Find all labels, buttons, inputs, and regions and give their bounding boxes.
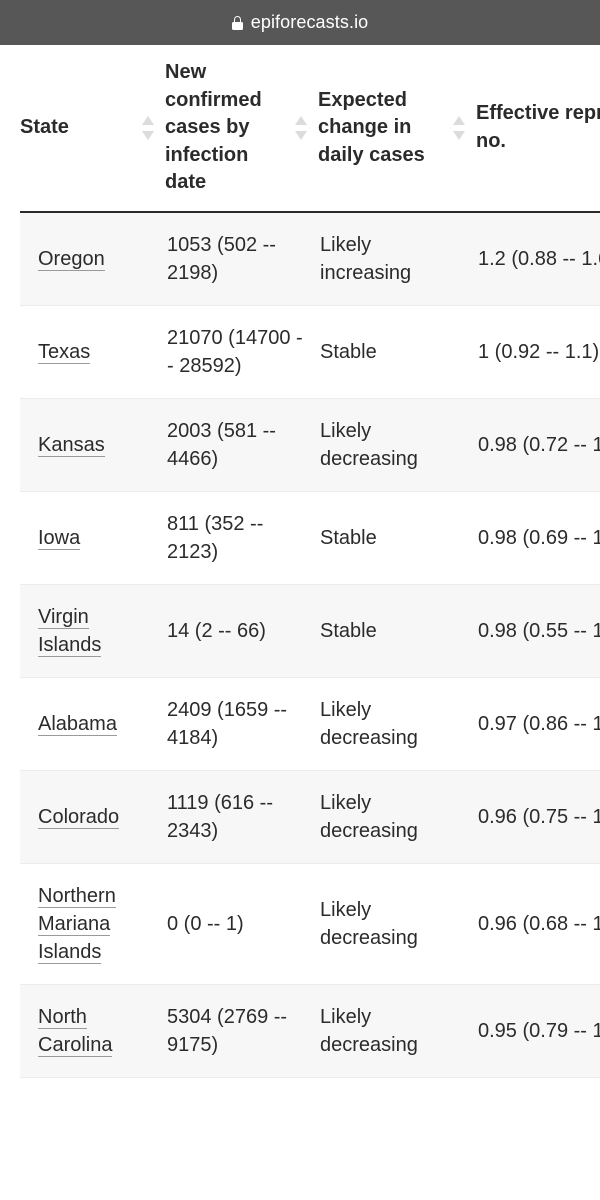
cell-state: Alabama — [20, 677, 165, 771]
state-link[interactable]: Iowa — [38, 526, 81, 550]
cell-expected-change: Likely increasing — [318, 211, 476, 306]
cell-state: Oregon — [20, 211, 165, 306]
cell-effective-r: 0.96 (0.75 -- 1.3) — [476, 770, 600, 864]
cell-state: North Carolina — [20, 984, 165, 1078]
cell-new-cases: 1053 (502 -- 2198) — [165, 211, 318, 306]
state-link[interactable]: Alabama — [38, 712, 117, 736]
table-row: Northern Mariana Islands 0 (0 -- 1) Like… — [20, 863, 600, 985]
state-link[interactable]: North Carolina — [38, 1005, 113, 1057]
cell-state: Iowa — [20, 491, 165, 585]
column-header-new-cases[interactable]: New confirmed cases by infection date — [165, 45, 318, 213]
table-row: Texas 21070 (14700 -- 28592) Stable 1 (0… — [20, 305, 600, 399]
cell-effective-r: 1.2 (0.88 -- 1.6) — [476, 211, 600, 306]
cell-effective-r: 0.98 (0.55 -- 1.4) — [476, 584, 600, 678]
table-row: North Carolina 5304 (2769 -- 9175) Likel… — [20, 984, 600, 1078]
cell-new-cases: 2003 (581 -- 4466) — [165, 398, 318, 492]
url-text: epiforecasts.io — [250, 12, 369, 32]
column-header-expected-change-label: Expected change in daily cases — [318, 88, 425, 166]
cell-expected-change: Likely decreasing — [318, 984, 476, 1078]
column-header-effective-r-label: Effective reproduction no. — [476, 102, 600, 152]
column-header-effective-r[interactable]: Effective reproduction no. — [476, 45, 600, 213]
cell-effective-r: 0.96 (0.68 -- 1.4) — [476, 863, 600, 985]
cell-effective-r: 0.98 (0.69 -- 1.5) — [476, 491, 600, 585]
browser-url-bar[interactable]: epiforecasts.io — [0, 0, 600, 45]
table-row: Oregon 1053 (502 -- 2198) Likely increas… — [20, 211, 600, 306]
cell-expected-change: Likely decreasing — [318, 770, 476, 864]
table-header: State New confirmed cases by infection d… — [20, 45, 600, 213]
cell-state: Kansas — [20, 398, 165, 492]
cell-new-cases: 14 (2 -- 66) — [165, 584, 318, 678]
cell-new-cases: 21070 (14700 -- 28592) — [165, 305, 318, 399]
cell-effective-r: 0.98 (0.72 -- 1.1) — [476, 398, 600, 492]
table-row: Colorado 1119 (616 -- 2343) Likely decre… — [20, 770, 600, 864]
state-link[interactable]: Virgin Islands — [38, 605, 102, 657]
covid-estimates-table: State New confirmed cases by infection d… — [20, 45, 600, 1078]
column-header-state[interactable]: State — [20, 45, 165, 213]
table-row: Alabama 2409 (1659 -- 4184) Likely decre… — [20, 677, 600, 771]
state-link[interactable]: Kansas — [38, 433, 105, 457]
column-header-new-cases-label: New confirmed cases by infection date — [165, 61, 262, 194]
sort-updown-icon[interactable] — [295, 115, 308, 141]
cell-expected-change: Stable — [318, 305, 476, 399]
cell-effective-r: 0.97 (0.86 -- 1.2) — [476, 677, 600, 771]
state-link[interactable]: Northern Mariana Islands — [38, 884, 116, 964]
cell-state: Texas — [20, 305, 165, 399]
lock-icon — [231, 15, 243, 30]
table-row: Kansas 2003 (581 -- 4466) Likely decreas… — [20, 398, 600, 492]
cell-effective-r: 0.95 (0.79 -- 1.1) — [476, 984, 600, 1078]
table-row: Iowa 811 (352 -- 2123) Stable 0.98 (0.69… — [20, 491, 600, 585]
state-link[interactable]: Colorado — [38, 805, 120, 829]
cell-effective-r: 1 (0.92 -- 1.1) — [476, 305, 600, 399]
cell-expected-change: Likely decreasing — [318, 398, 476, 492]
cell-new-cases: 811 (352 -- 2123) — [165, 491, 318, 585]
cell-state: Virgin Islands — [20, 584, 165, 678]
table-row: Virgin Islands 14 (2 -- 66) Stable 0.98 … — [20, 584, 600, 678]
table-body: Oregon 1053 (502 -- 2198) Likely increas… — [20, 211, 600, 1078]
cell-expected-change: Likely decreasing — [318, 863, 476, 985]
sort-updown-icon[interactable] — [142, 115, 155, 141]
cell-state: Northern Mariana Islands — [20, 863, 165, 985]
sort-updown-icon[interactable] — [453, 115, 466, 141]
cell-expected-change: Likely decreasing — [318, 677, 476, 771]
cell-state: Colorado — [20, 770, 165, 864]
column-header-state-label: State — [20, 116, 69, 139]
cell-new-cases: 1119 (616 -- 2343) — [165, 770, 318, 864]
cell-expected-change: Stable — [318, 584, 476, 678]
page-content: State New confirmed cases by infection d… — [0, 45, 600, 1200]
column-header-expected-change[interactable]: Expected change in daily cases — [318, 45, 476, 213]
table-header-row: State New confirmed cases by infection d… — [20, 45, 600, 213]
state-link[interactable]: Oregon — [38, 247, 105, 271]
table-container: State New confirmed cases by infection d… — [20, 45, 600, 1078]
cell-new-cases: 0 (0 -- 1) — [165, 863, 318, 985]
cell-expected-change: Stable — [318, 491, 476, 585]
cell-new-cases: 5304 (2769 -- 9175) — [165, 984, 318, 1078]
cell-new-cases: 2409 (1659 -- 4184) — [165, 677, 318, 771]
state-link[interactable]: Texas — [38, 340, 91, 364]
